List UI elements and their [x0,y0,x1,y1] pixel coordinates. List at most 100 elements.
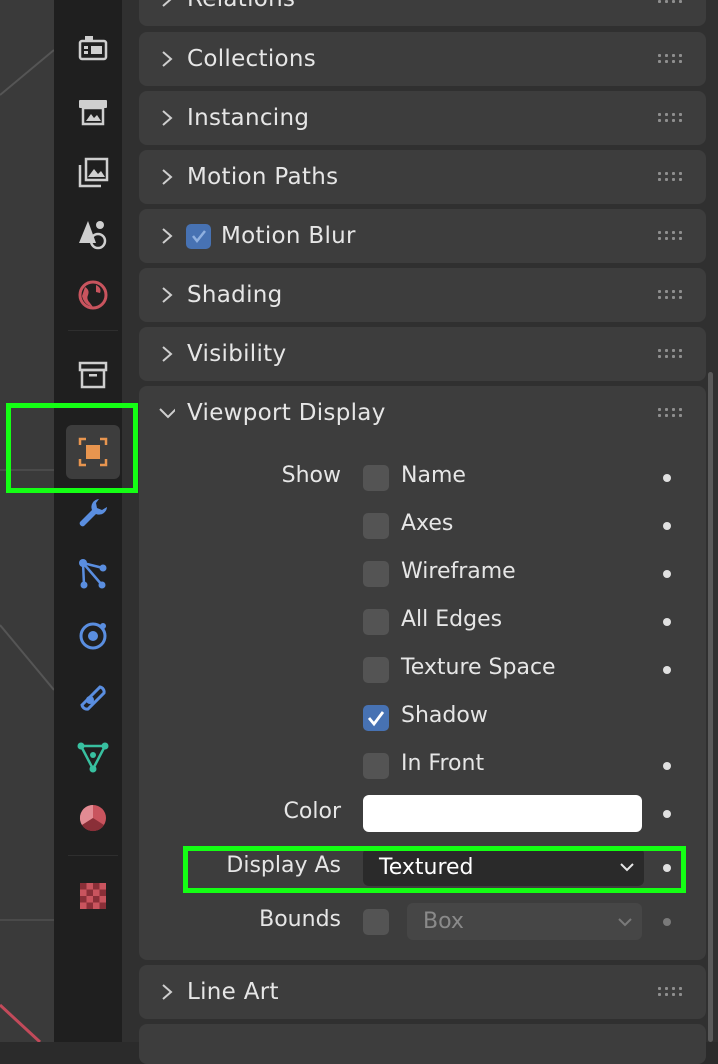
texture-space-checkbox[interactable] [363,657,389,683]
option-label: In Front [401,751,485,776]
chevron-right-icon [159,51,175,67]
color-field[interactable] [363,795,642,832]
option-label: Axes [401,511,454,536]
axes-checkbox[interactable] [363,513,389,539]
drag-handle-icon[interactable] [658,987,684,997]
physics-icon [79,622,107,650]
panel-collections[interactable]: Collections [139,32,706,86]
tab-object-data[interactable] [66,730,120,784]
modifier-icon [79,499,107,527]
panel-title: Visibility [187,341,287,367]
scrollbar[interactable] [708,372,713,1042]
panel-next[interactable] [139,1024,706,1064]
motion-blur-checkbox[interactable] [186,223,211,249]
shadow-checkbox[interactable] [363,705,389,731]
tab-render[interactable] [66,21,120,75]
drag-handle-icon[interactable] [658,113,684,123]
drag-handle-icon[interactable] [658,408,684,418]
panel-motion-blur[interactable]: Motion Blur [139,209,706,263]
panel-title: Line Art [187,979,279,1005]
viewport-edge [0,0,54,1042]
collection-icon [78,361,108,389]
show-label: Show [281,463,341,488]
chevron-right-icon [159,984,175,1000]
panel-header[interactable]: Viewport Display [139,386,706,440]
keyframe-dot-icon[interactable] [663,570,671,578]
highlight-object-tab [6,403,138,493]
world-icon [78,280,108,310]
tab-texture[interactable] [66,869,120,923]
panel-shading[interactable]: Shading [139,268,706,322]
wireframe-checkbox[interactable] [363,561,389,587]
drag-handle-icon[interactable] [658,172,684,182]
keyframe-dot-icon[interactable] [663,522,671,530]
chevron-right-icon [159,0,175,7]
all-edges-checkbox[interactable] [363,609,389,635]
output-icon [79,100,107,126]
tab-world[interactable] [66,268,120,322]
chevron-right-icon [159,169,175,185]
panel-title: Motion Paths [187,164,339,190]
drag-handle-icon[interactable] [658,54,684,64]
texture-icon [80,883,106,909]
tab-material[interactable] [66,791,120,845]
option-label: All Edges [401,607,503,632]
option-label: Name [401,463,466,488]
chevron-right-icon [159,228,175,244]
checkmark-icon [367,711,385,727]
option-label: Shadow [401,703,488,728]
option-label: Texture Space [401,655,556,680]
name-checkbox[interactable] [363,465,389,491]
scene-icon [79,221,107,250]
panel-line-art[interactable]: Line Art [139,965,706,1019]
keyframe-dot-icon[interactable] [663,762,671,770]
tab-collection[interactable] [66,348,120,402]
keyframe-dot-icon[interactable] [663,810,671,818]
tab-constraints[interactable] [66,669,120,723]
keyframe-dot-icon[interactable] [663,666,671,674]
panel-title: Relations [187,0,295,12]
color-label: Color [283,799,341,824]
panel-title: Collections [187,46,317,72]
render-icon [78,36,108,61]
tab-physics[interactable] [66,608,120,662]
tab-modifiers[interactable] [66,486,120,540]
constraints-icon [80,685,106,711]
chevron-down-icon [618,917,632,926]
panel-title: Instancing [187,105,310,131]
drag-handle-icon[interactable] [658,349,684,359]
in-front-checkbox[interactable] [363,753,389,779]
particles-icon [79,559,107,589]
drag-handle-icon[interactable] [658,0,684,4]
keyframe-dot-icon[interactable] [663,618,671,626]
panel-title: Shading [187,282,283,308]
drag-handle-icon[interactable] [658,231,684,241]
option-label: Wireframe [401,559,516,584]
panel-instancing[interactable]: Instancing [139,91,706,145]
panel-motion-paths[interactable]: Motion Paths [139,150,706,204]
dropdown-value: Box [423,909,464,934]
panel-relations[interactable]: Relations [139,0,706,26]
chevron-right-icon [159,287,175,303]
bounds-label: Bounds [259,907,341,932]
keyframe-dot-icon[interactable] [663,474,671,482]
bounds-dropdown: Box [407,903,642,940]
keyframe-dot-icon [663,918,671,926]
highlight-display-as [183,846,686,893]
panel-visibility[interactable]: Visibility [139,327,706,381]
tab-view-layer[interactable] [66,146,120,200]
view-layer-icon [78,157,109,188]
drag-handle-icon[interactable] [658,290,684,300]
chevron-right-icon [159,110,175,126]
properties-tabs [54,0,122,1042]
material-icon [79,804,106,832]
data-icon [77,742,109,773]
tab-particles[interactable] [66,547,120,601]
checkmark-icon [191,230,206,244]
viewport-grid [0,49,54,1042]
tab-output[interactable] [66,84,120,138]
chevron-down-icon [159,405,175,421]
chevron-right-icon [159,346,175,362]
tab-scene[interactable] [66,207,120,261]
bounds-checkbox[interactable] [363,909,389,935]
